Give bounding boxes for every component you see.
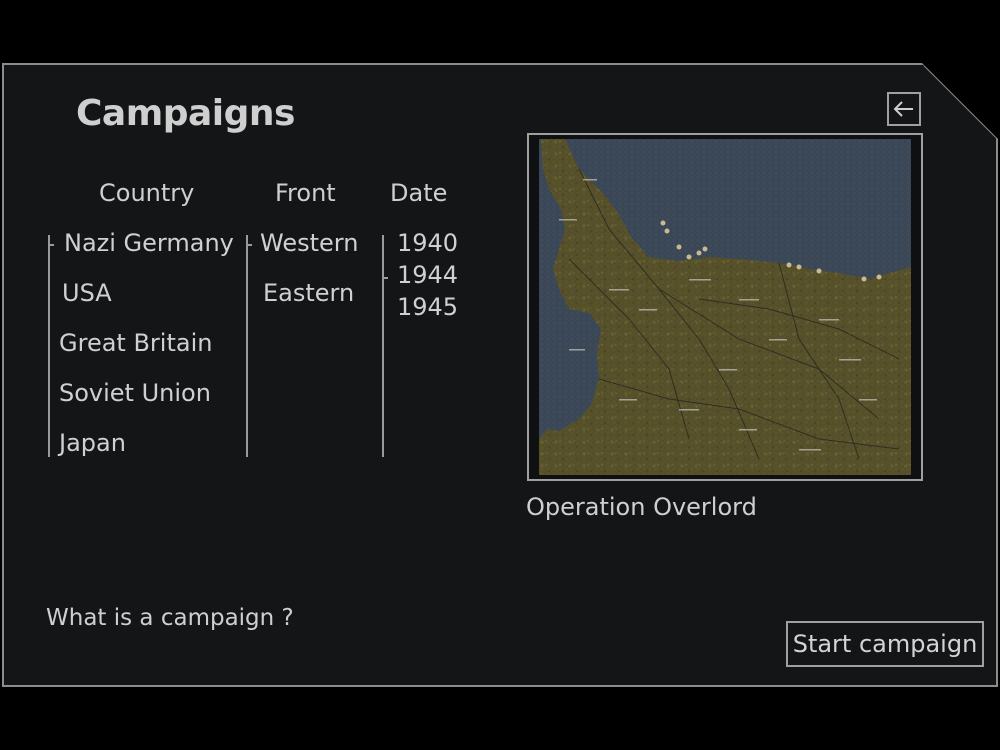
campaign-panel: Campaigns Country Nazi Germany USA Great… (2, 63, 998, 687)
date-header: Date (390, 179, 448, 207)
what-is-campaign-link[interactable]: What is a campaign ? (46, 605, 294, 631)
front-option-eastern[interactable]: Eastern (263, 279, 354, 307)
start-campaign-button[interactable]: Start campaign (786, 621, 984, 667)
date-option-1945[interactable]: 1945 (397, 293, 458, 321)
date-selected-marker (382, 277, 388, 279)
campaign-map (539, 139, 911, 475)
country-divider (48, 235, 50, 457)
country-option-great-britain[interactable]: Great Britain (59, 329, 212, 357)
campaign-name: Operation Overlord (526, 493, 757, 521)
arrow-left-icon (893, 101, 913, 117)
country-header: Country (99, 179, 195, 207)
country-option-soviet-union[interactable]: Soviet Union (59, 379, 211, 407)
country-selected-marker (48, 244, 54, 246)
date-option-1944[interactable]: 1944 (397, 261, 458, 289)
front-header: Front (275, 179, 336, 207)
date-option-1940[interactable]: 1940 (397, 229, 458, 257)
front-divider (246, 235, 248, 457)
country-option-japan[interactable]: Japan (59, 429, 126, 457)
front-selected-marker (246, 244, 252, 246)
back-button[interactable] (887, 92, 921, 126)
date-divider (382, 235, 384, 457)
country-option-nazi-germany[interactable]: Nazi Germany (64, 229, 234, 257)
front-option-western[interactable]: Western (260, 229, 358, 257)
country-option-usa[interactable]: USA (62, 279, 112, 307)
page-title: Campaigns (76, 93, 295, 134)
map-preview-frame (527, 133, 923, 481)
